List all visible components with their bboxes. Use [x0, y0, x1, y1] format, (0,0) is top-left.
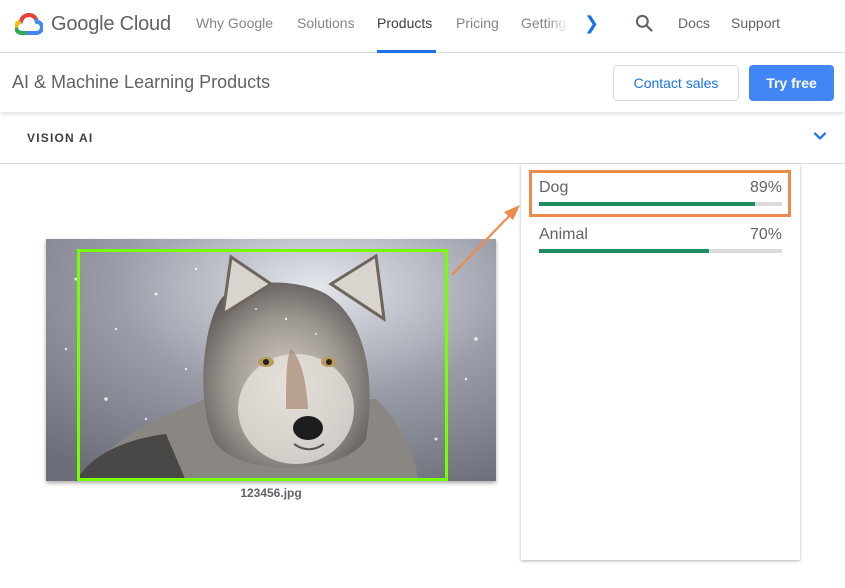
detection-bounding-box	[77, 249, 448, 481]
confidence-bar	[539, 249, 782, 253]
active-tab-indicator	[377, 50, 436, 53]
section-header[interactable]: VISION AI	[0, 112, 845, 164]
confidence-bar-fill	[539, 249, 710, 253]
section-title: VISION AI	[27, 131, 94, 145]
nav-docs[interactable]: Docs	[678, 15, 710, 31]
highlight-box	[529, 170, 791, 217]
brand-name: Google Cloud	[51, 12, 171, 35]
page-title: AI & Machine Learning Products	[12, 72, 271, 92]
top-navigation: Google Cloud Why Google Solutions Produc…	[0, 0, 845, 53]
nav-why-google[interactable]: Why Google	[196, 15, 273, 31]
label-row-animal: Animal 70%	[539, 226, 782, 266]
chevron-down-icon[interactable]	[812, 128, 828, 144]
label-score: 70%	[749, 226, 782, 243]
label-name: Animal	[539, 226, 588, 243]
cloud-logo-icon	[15, 12, 43, 35]
search-icon[interactable]	[634, 13, 654, 33]
nav-solutions[interactable]: Solutions	[297, 15, 355, 31]
nav-pricing[interactable]: Pricing	[456, 15, 499, 31]
nav-products[interactable]: Products	[377, 15, 432, 31]
product-header: AI & Machine Learning Products Contact s…	[0, 54, 845, 112]
try-free-button[interactable]: Try free	[749, 65, 834, 101]
google-cloud-logo[interactable]: Google Cloud	[15, 12, 171, 36]
nav-support[interactable]: Support	[731, 15, 780, 31]
label-results-panel: Dog 89% Animal 70%	[521, 164, 800, 560]
nav-overflow-fade	[548, 10, 568, 40]
contact-sales-button[interactable]: Contact sales	[613, 65, 739, 101]
chevron-right-icon[interactable]: ❯	[584, 13, 599, 34]
image-filename: 123456.jpg	[240, 486, 302, 500]
